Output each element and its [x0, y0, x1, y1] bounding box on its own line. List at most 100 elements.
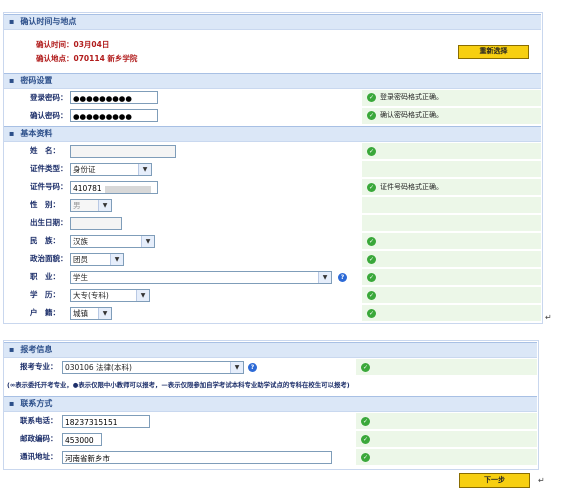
check-circle-icon: ✓ — [367, 237, 376, 246]
help-icon[interactable]: ? — [248, 363, 257, 372]
political-status-bg — [362, 251, 541, 267]
job-select[interactable]: 学生 ▼ — [70, 271, 332, 284]
zip-label: 邮政编码： — [20, 434, 58, 443]
birth-field[interactable] — [70, 217, 122, 230]
idtype-select[interactable]: 身份证 ▼ — [70, 163, 152, 176]
chevron-down-icon: ▼ — [138, 164, 151, 175]
chevron-down-icon: ▼ — [318, 272, 331, 283]
birth-label: 出生日期： — [30, 218, 68, 227]
political-value: 团员 — [73, 255, 88, 264]
exam-section-header: ▪ 报考信息 — [4, 342, 537, 358]
hukou-status-bg — [362, 305, 541, 321]
major-label: 报考专业： — [20, 362, 58, 371]
contact-section-header: ▪ 联系方式 — [4, 396, 537, 412]
political-label: 政治面貌： — [30, 254, 68, 263]
hukou-select[interactable]: 城镇 ▼ — [70, 307, 112, 320]
addr-status-bg — [356, 449, 537, 465]
confirm-place-value: 070114 新乡学院 — [73, 54, 138, 63]
confirm-header-label: 确认时间与地点 — [20, 17, 77, 26]
check-circle-icon: ✓ — [367, 183, 376, 192]
job-label: 职 业： — [30, 272, 60, 281]
gender-select[interactable]: 男 ▼ — [70, 199, 112, 212]
exam-note: (∞表示委托开考专业，●表示仅限中小教师可以报考，—表示仅限参加自学考试本科专业… — [7, 381, 350, 389]
check-circle-icon: ✓ — [367, 309, 376, 318]
ethnic-value: 汉族 — [73, 237, 88, 246]
idtype-value: 身份证 — [73, 165, 96, 174]
check-circle-icon: ✓ — [367, 111, 376, 120]
check-circle-icon: ✓ — [367, 147, 376, 156]
confirm-time-value: 03月04日 — [73, 40, 110, 49]
political-select[interactable]: 团员 ▼ — [70, 253, 124, 266]
phone-label: 联系电话： — [20, 416, 58, 425]
idnum-msg: 证件号码格式正确。 — [380, 183, 443, 191]
confirm-place: 确认地点：070114 新乡学院 — [36, 53, 137, 64]
addr-field[interactable]: 河南省新乡市 — [62, 451, 332, 464]
major-status-bg — [356, 359, 537, 375]
login-password-field[interactable]: ●●●●●●●●● — [70, 91, 158, 104]
gender-label: 性 别： — [30, 200, 60, 209]
ethnic-status-bg — [362, 233, 541, 249]
name-status-bg — [362, 143, 541, 159]
check-circle-icon: ✓ — [367, 273, 376, 282]
basic-header-label: 基本资料 — [20, 129, 53, 138]
idtype-status-bg — [362, 161, 541, 177]
confirm-place-label: 确认地点： — [36, 54, 74, 63]
idnum-field[interactable]: 410781 — [70, 181, 158, 194]
bullet-icon: ▪ — [9, 399, 15, 408]
confirm-section-header: ▪ 确认时间与地点 — [4, 14, 541, 30]
confirm-time: 确认时间：03月04日 — [36, 39, 109, 50]
bullet-icon: ▪ — [9, 17, 15, 26]
major-select[interactable]: 030106 法律(本科) ▼ — [62, 361, 244, 374]
bullet-icon: ▪ — [9, 129, 15, 138]
birth-status-bg — [362, 215, 541, 231]
bullet-icon: ▪ — [9, 76, 15, 85]
help-icon[interactable]: ? — [338, 273, 347, 282]
gender-status-bg — [362, 197, 541, 213]
phone-field[interactable]: 18237315151 — [62, 415, 150, 428]
idnum-blurred — [104, 185, 151, 193]
chevron-down-icon: ▼ — [98, 308, 111, 319]
check-circle-icon: ✓ — [367, 255, 376, 264]
edu-label: 学 历： — [30, 290, 60, 299]
login-pw-msg: 登录密码格式正确。 — [380, 93, 443, 101]
job-status-bg — [362, 269, 541, 285]
ethnic-label: 民 族： — [30, 236, 60, 245]
gender-value: 男 — [73, 201, 81, 210]
next-button[interactable]: 下一步 — [459, 473, 530, 488]
zip-field[interactable]: 453000 — [62, 433, 102, 446]
name-field[interactable] — [70, 145, 176, 158]
ethnic-select[interactable]: 汉族 ▼ — [70, 235, 155, 248]
return-mark-icon: ↵ — [545, 313, 552, 322]
login-pw-label: 登录密码： — [30, 93, 68, 102]
contact-header-label: 联系方式 — [20, 399, 53, 408]
job-value: 学生 — [73, 273, 88, 282]
idnum-value: 410781 — [73, 184, 102, 193]
edu-status-bg — [362, 287, 541, 303]
reselect-button[interactable]: 重新选择 — [458, 45, 529, 59]
check-circle-icon: ✓ — [361, 435, 370, 444]
confirm-pw-msg: 确认密码格式正确。 — [380, 111, 443, 119]
password-header-label: 密码设置 — [20, 76, 53, 85]
check-circle-icon: ✓ — [361, 363, 370, 372]
hukou-value: 城镇 — [73, 309, 88, 318]
edu-select[interactable]: 大专(专科) ▼ — [70, 289, 150, 302]
chevron-down-icon: ▼ — [136, 290, 149, 301]
chevron-down-icon: ▼ — [98, 200, 111, 211]
check-circle-icon: ✓ — [367, 93, 376, 102]
confirm-pw-label: 确认密码： — [30, 111, 68, 120]
check-circle-icon: ✓ — [367, 291, 376, 300]
confirm-password-field[interactable]: ●●●●●●●●● — [70, 109, 158, 122]
addr-label: 通讯地址： — [20, 452, 58, 461]
check-circle-icon: ✓ — [361, 453, 370, 462]
major-value: 030106 法律(本科) — [65, 363, 132, 372]
chevron-down-icon: ▼ — [141, 236, 154, 247]
password-section-header: ▪ 密码设置 — [4, 73, 541, 89]
return-mark-icon: ↵ — [538, 476, 545, 485]
zip-status-bg — [356, 431, 537, 447]
edu-value: 大专(专科) — [73, 291, 109, 300]
exam-header-label: 报考信息 — [20, 345, 53, 354]
confirm-time-label: 确认时间： — [36, 40, 74, 49]
hukou-label: 户 籍： — [30, 308, 60, 317]
idnum-label: 证件号码： — [30, 182, 68, 191]
name-label: 姓 名： — [30, 146, 60, 155]
